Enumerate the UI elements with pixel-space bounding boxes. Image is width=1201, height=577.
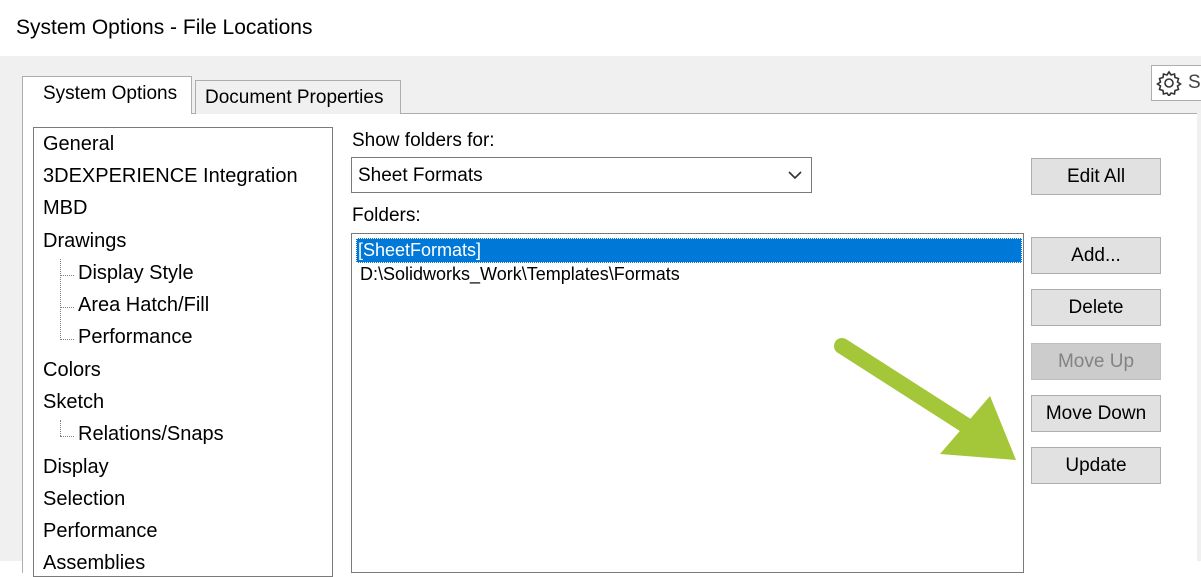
tree-item-relations-snaps[interactable]: Relations/Snaps (78, 423, 224, 446)
folder-row[interactable]: D:\Solidworks_Work\Templates\Formats (358, 262, 682, 287)
add-button[interactable]: Add... (1031, 237, 1161, 274)
tree-connector (60, 307, 74, 308)
show-folders-for-select[interactable]: Sheet Formats (351, 157, 812, 193)
title-bar: System Options - File Locations (0, 0, 1201, 56)
tab-system-options-label: System Options (43, 83, 178, 104)
tree-connector (60, 436, 74, 437)
search-options-button[interactable]: S (1151, 65, 1201, 101)
tree-item-drawings[interactable]: Drawings (43, 230, 126, 253)
tree-item-general[interactable]: General (43, 133, 114, 156)
tree-connector (60, 339, 74, 340)
options-tree[interactable]: General 3DEXPERIENCE Integration MBD Dra… (33, 127, 333, 577)
move-down-button[interactable]: Move Down (1031, 395, 1161, 432)
tree-item-sketch[interactable]: Sketch (43, 391, 104, 414)
tree-connector (60, 275, 74, 276)
search-options-label: S (1188, 72, 1201, 93)
tree-item-performance[interactable]: Performance (43, 520, 158, 543)
tree-item-assemblies[interactable]: Assemblies (43, 552, 145, 575)
tree-item-display[interactable]: Display (43, 456, 109, 479)
tree-connector (60, 420, 61, 436)
update-button[interactable]: Update (1031, 447, 1161, 484)
tree-connector (60, 259, 61, 340)
folder-row[interactable]: [SheetFormats] (356, 238, 1022, 263)
edit-all-button[interactable]: Edit All (1031, 158, 1161, 195)
tree-item-drawings-performance[interactable]: Performance (78, 326, 193, 349)
tree-item-colors[interactable]: Colors (43, 359, 101, 382)
gear-icon (1156, 70, 1182, 96)
tree-item-display-style[interactable]: Display Style (78, 262, 194, 285)
window-title: System Options - File Locations (16, 16, 313, 39)
tab-document-properties-label: Document Properties (205, 87, 384, 108)
tree-item-3dexperience-integration[interactable]: 3DEXPERIENCE Integration (43, 165, 298, 188)
tab-document-properties[interactable]: Document Properties (195, 80, 401, 114)
tree-item-selection[interactable]: Selection (43, 488, 125, 511)
tree-item-mbd[interactable]: MBD (43, 197, 87, 220)
show-folders-for-value: Sheet Formats (358, 165, 483, 186)
delete-button[interactable]: Delete (1031, 289, 1161, 326)
tree-item-area-hatch-fill[interactable]: Area Hatch/Fill (78, 294, 209, 317)
move-up-button[interactable]: Move Up (1031, 343, 1161, 380)
show-folders-for-label: Show folders for: (352, 130, 495, 151)
folders-label: Folders: (352, 205, 421, 226)
annotation-arrow-icon (834, 338, 1016, 460)
chevron-down-icon (788, 171, 802, 180)
tab-system-options[interactable]: System Options (22, 76, 192, 114)
